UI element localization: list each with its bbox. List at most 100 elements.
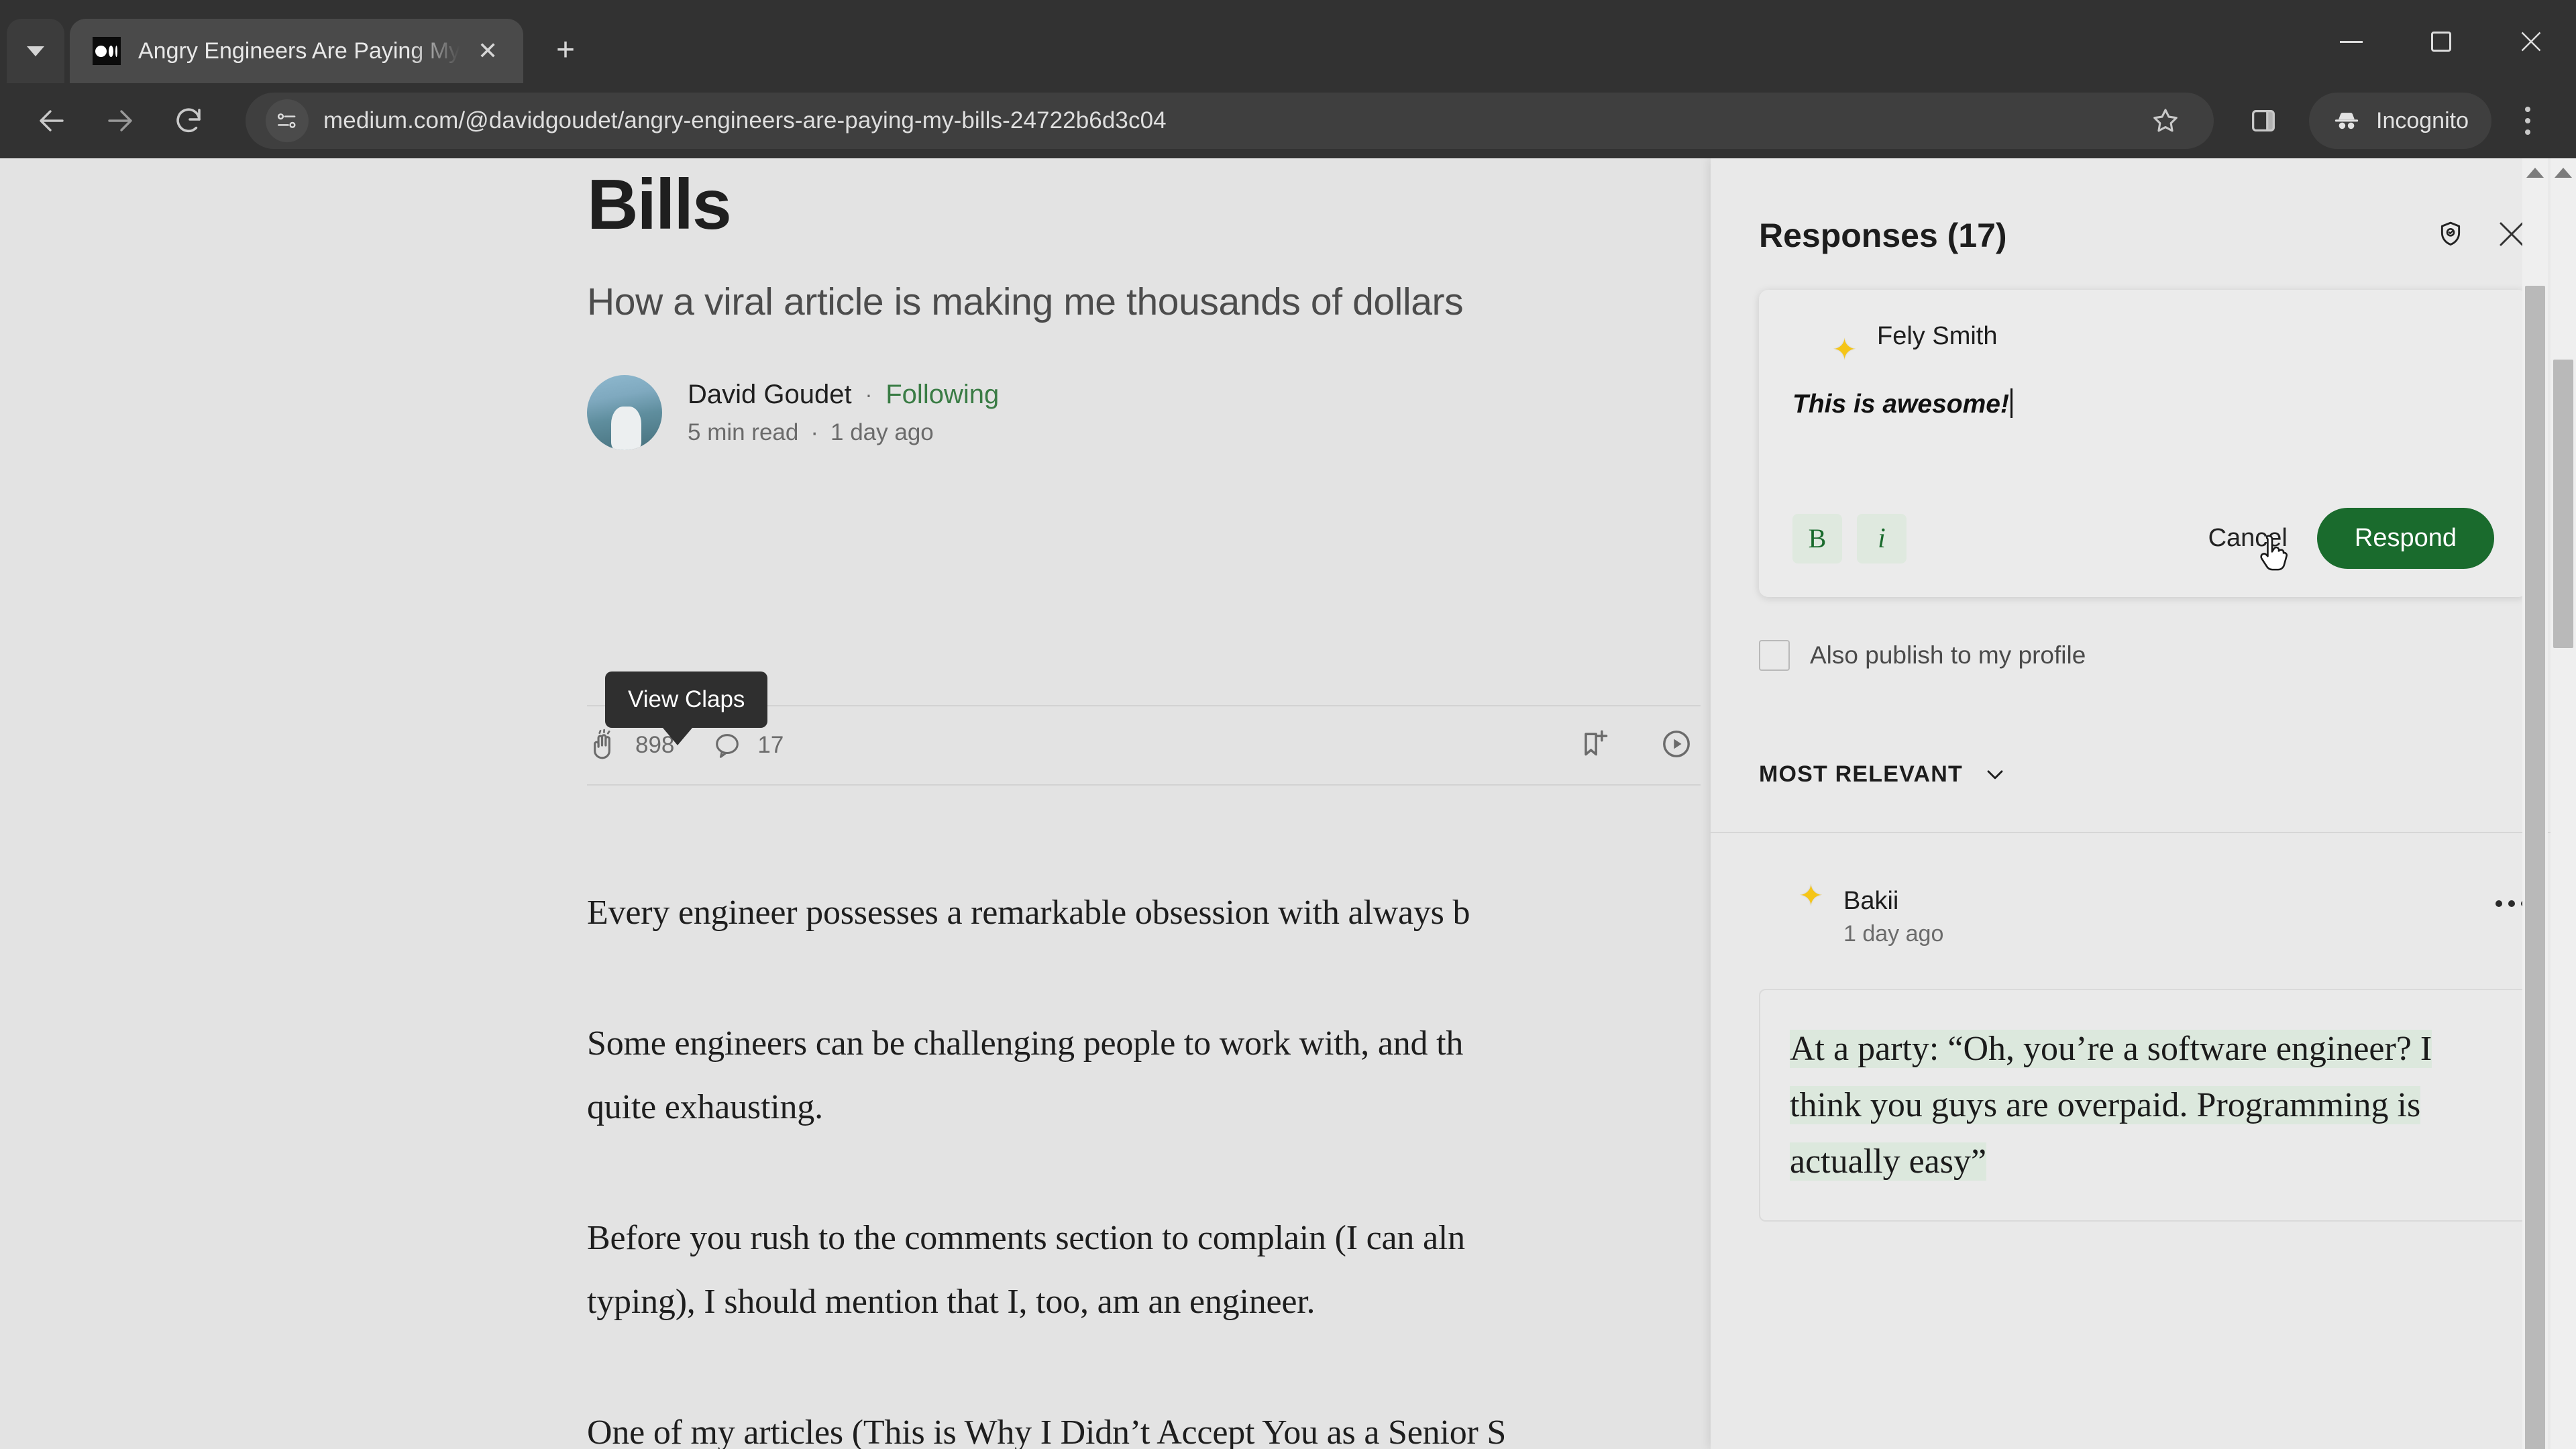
listen-button[interactable] <box>1659 727 1694 765</box>
incognito-label: Incognito <box>2376 107 2469 133</box>
tab-close-button[interactable]: ✕ <box>470 33 506 69</box>
close-icon <box>2521 32 2541 52</box>
window-close-button[interactable] <box>2486 0 2576 83</box>
reload-icon <box>176 108 201 133</box>
browser-toolbar: medium.com/@davidgoudet/angry-engineers-… <box>0 83 2576 158</box>
text-caret <box>2010 388 2012 418</box>
compose-action-row: B i Cancel Respond <box>1792 508 2494 571</box>
forward-button[interactable] <box>91 92 149 150</box>
back-button[interactable] <box>23 92 80 150</box>
article-paragraph-1: Every engineer possesses a remarkable ob… <box>587 894 1470 932</box>
play-circle-icon <box>1663 730 1690 757</box>
sparkle-icon: ✦ <box>1832 333 1857 366</box>
sort-dropdown[interactable]: MOST RELEVANT <box>1759 761 2528 832</box>
author-avatar[interactable] <box>587 375 662 451</box>
also-publish-row[interactable]: Also publish to my profile <box>1759 640 2528 671</box>
byline-separator: · <box>865 382 873 407</box>
author-name[interactable]: David Goudet <box>688 380 852 410</box>
sort-label: MOST RELEVANT <box>1759 761 1963 787</box>
article-paragraph-4: One of my articles (This is Why I Didn’t… <box>587 1406 1727 1449</box>
maximize-button[interactable] <box>2396 0 2486 83</box>
site-settings-icon[interactable] <box>266 99 309 142</box>
browser-menu-button[interactable] <box>2502 93 2553 149</box>
tab-strip: Angry Engineers Are Paying My ✕ + <box>0 0 2576 83</box>
scroll-up-arrow-icon[interactable] <box>2526 168 2544 178</box>
incognito-icon <box>2334 113 2359 129</box>
also-publish-checkbox[interactable] <box>1759 640 1790 671</box>
page-title: Bills <box>587 165 732 244</box>
comment-author-name[interactable]: Bakii <box>1843 887 1943 916</box>
save-bookmark-button[interactable] <box>1577 727 1612 765</box>
responses-button[interactable]: 17 <box>712 730 784 761</box>
response-compose-box[interactable]: ✦ Fely Smith This is awesome! B i Cancel… <box>1759 290 2528 597</box>
byline-separator: · <box>810 419 819 445</box>
publish-date: 1 day ago <box>830 419 934 445</box>
maximize-icon <box>2431 32 2451 52</box>
responses-panel-header: Responses (17) <box>1759 158 2528 284</box>
comment-quote-highlight: At a party: “Oh, you’re a software engin… <box>1790 1030 2432 1181</box>
responses-count: 17 <box>757 732 784 758</box>
menu-dot <box>2525 107 2530 112</box>
article-byline: David Goudet · Following 5 min read · 1 … <box>587 375 1717 451</box>
article-paragraph-2: Some engineers can be challenging people… <box>587 1024 1464 1063</box>
side-panel-button[interactable] <box>2235 93 2292 149</box>
article-paragraph-3: Before you rush to the comments section … <box>587 1219 1465 1257</box>
comment-item: ✦ Bakii 1 day ago At a party: “Oh, you’r… <box>1759 833 2528 1222</box>
tab-title: Angry Engineers Are Paying My <box>138 38 461 64</box>
page-scrollbar[interactable] <box>2551 158 2576 1449</box>
shield-check-glyph <box>2440 221 2461 246</box>
comment-icon <box>716 734 739 758</box>
reload-button[interactable] <box>160 92 217 150</box>
scroll-up-arrow-icon[interactable] <box>2555 168 2572 178</box>
page-scrollbar-thumb[interactable] <box>2553 360 2573 648</box>
more-dot <box>2496 900 2502 907</box>
response-text-input[interactable]: This is awesome! <box>1792 388 2494 490</box>
read-time: 5 min read <box>688 419 799 445</box>
sparkle-icon: ✦ <box>1799 879 1823 912</box>
clap-icon <box>594 729 610 759</box>
new-tab-button[interactable]: + <box>541 25 590 75</box>
panel-scrollbar-thumb[interactable] <box>2525 286 2545 1449</box>
responses-title: Responses (17) <box>1759 217 2007 254</box>
article-subtitle: How a viral article is making me thousan… <box>587 280 1464 324</box>
medium-logo-icon <box>93 37 121 65</box>
paragraph-pre: One of my articles ( <box>587 1413 863 1449</box>
clap-button[interactable]: 898 <box>587 729 674 762</box>
incognito-profile-button[interactable]: Incognito <box>2309 93 2491 149</box>
browser-window: Angry Engineers Are Paying My ✕ + medium… <box>0 0 2576 1449</box>
view-claps-tooltip: View Claps <box>605 672 768 745</box>
comment-timestamp: 1 day ago <box>1843 921 1944 947</box>
article-inline-link[interactable]: This is Why I Didn’t Accept You as a Sen… <box>863 1413 1506 1449</box>
menu-dot <box>2525 118 2530 123</box>
respond-button[interactable]: Respond <box>2316 508 2494 569</box>
bookmark-plus-icon <box>1585 730 1608 755</box>
compose-user-row: ✦ Fely Smith <box>1792 322 2494 364</box>
article-paragraph-2-cont: quite exhausting. <box>587 1088 823 1126</box>
address-bar[interactable]: medium.com/@davidgoudet/angry-engineers-… <box>246 93 2214 149</box>
minimize-button[interactable] <box>2306 0 2396 83</box>
arrow-right-icon <box>108 110 132 131</box>
shield-check-icon[interactable] <box>2435 219 2466 253</box>
bold-button[interactable]: B <box>1792 513 1842 564</box>
site-settings-glyph <box>277 113 296 128</box>
cancel-button[interactable]: Cancel <box>2204 517 2292 559</box>
article-paragraph-3-cont: typing), I should mention that I, too, a… <box>587 1283 1316 1321</box>
italic-button[interactable]: i <box>1857 513 1907 564</box>
bookmark-star-button[interactable] <box>2137 93 2194 149</box>
window-controls <box>2306 0 2576 83</box>
panel-scrollbar[interactable] <box>2522 158 2548 1449</box>
comment-header: ✦ Bakii 1 day ago <box>1759 879 2528 947</box>
chevron-down-icon <box>27 46 44 56</box>
compose-user-name: Fely Smith <box>1877 322 1998 350</box>
more-dot <box>2508 900 2515 907</box>
menu-dot <box>2525 129 2530 135</box>
side-panel-icon <box>2252 109 2275 132</box>
follow-button[interactable]: Following <box>885 380 999 410</box>
response-text-value: This is awesome! <box>1792 390 2009 419</box>
browser-tab[interactable]: Angry Engineers Are Paying My ✕ <box>70 19 524 83</box>
tab-search-button[interactable] <box>7 19 64 83</box>
arrow-left-icon <box>40 110 64 131</box>
star-icon <box>2153 109 2178 132</box>
page-viewport: Bills How a viral article is making me t… <box>0 158 2576 1449</box>
also-publish-label: Also publish to my profile <box>1810 641 2086 669</box>
